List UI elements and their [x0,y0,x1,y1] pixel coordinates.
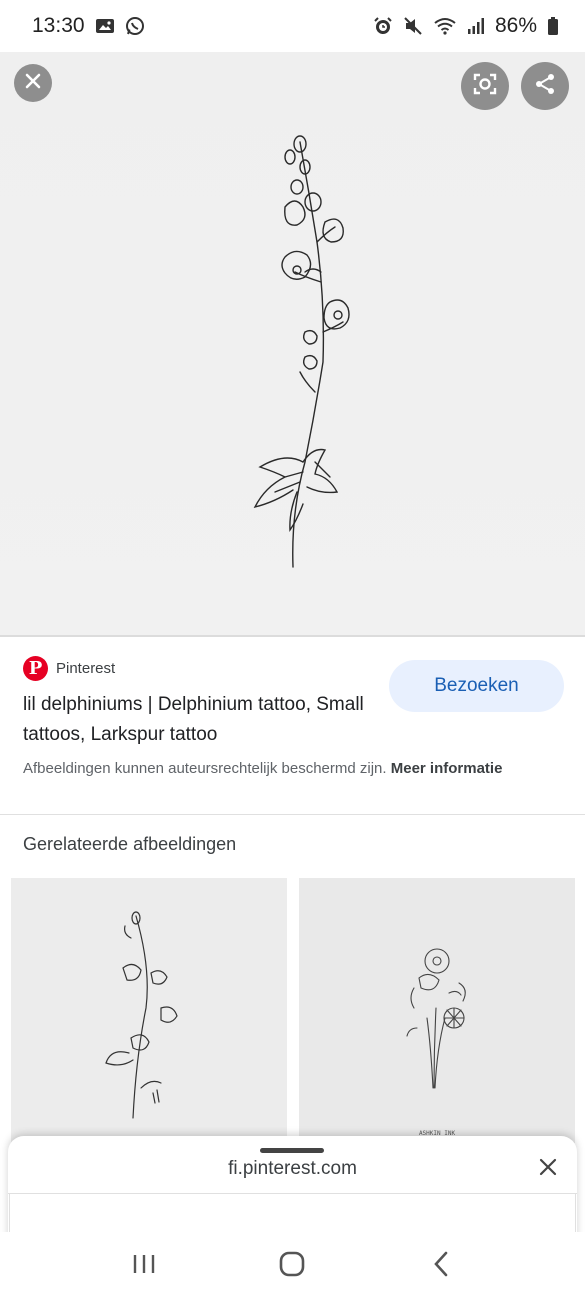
close-icon [539,1158,557,1181]
copyright-notice: Afbeeldingen kunnen auteursrechtelijk be… [23,758,568,780]
home-button[interactable] [262,1241,322,1291]
related-heading: Gerelateerde afbeeldingen [23,834,237,854]
pinterest-logo-icon: P [23,656,48,681]
section-divider [0,814,585,815]
share-icon [533,72,557,101]
mute-icon [403,16,423,36]
gallery-icon [95,17,115,35]
image-viewer[interactable] [0,52,585,637]
result-title[interactable]: lil delphiniums | Delphinium tattoo, Sma… [23,690,368,750]
site-preview-sheet[interactable]: fi.pinterest.com [8,1136,577,1246]
related-flower-drawing-1 [105,911,178,1119]
lens-button[interactable] [461,62,509,110]
image-search-screen: 13:30 86% P Pinterest lil delphiniums | … [0,0,585,1300]
battery-percent: 86% [494,14,537,37]
sheet-url: fi.pinterest.com [228,1158,357,1179]
delphinium-drawing [253,135,350,568]
source-row[interactable]: P Pinterest [23,656,115,681]
related-flower-drawing-2: ASHKIN INK [406,948,466,1137]
status-bar: 13:30 86% [0,0,585,52]
recents-icon [132,1253,156,1280]
alarm-icon [373,16,393,36]
close-icon [24,72,42,95]
source-name: Pinterest [56,660,116,677]
close-button[interactable] [14,64,52,102]
back-icon [433,1251,449,1282]
whatsapp-icon [125,16,145,36]
sheet-close-button[interactable] [533,1154,563,1184]
copyright-text: Afbeeldingen kunnen auteursrechtelijk be… [23,760,387,777]
signal-icon [467,17,485,35]
sheet-drag-handle[interactable] [260,1148,324,1153]
more-info-link[interactable]: Meer informatie [391,760,503,777]
status-time: 13:30 [32,14,85,37]
system-navbar [0,1232,585,1300]
visit-button[interactable]: Bezoeken [389,660,564,712]
share-button[interactable] [521,62,569,110]
back-button[interactable] [411,1241,471,1291]
related-image-2[interactable]: ASHKIN INK [299,878,575,1143]
status-left: 13:30 [32,14,145,38]
home-icon [279,1251,305,1282]
status-right: 86% [373,14,559,38]
related-image-1[interactable] [11,878,287,1143]
lens-icon [472,71,498,102]
battery-icon [547,16,559,36]
result-info: P Pinterest lil delphiniums | Delphinium… [0,640,585,815]
wifi-icon [433,16,457,36]
recents-button[interactable] [114,1241,174,1291]
